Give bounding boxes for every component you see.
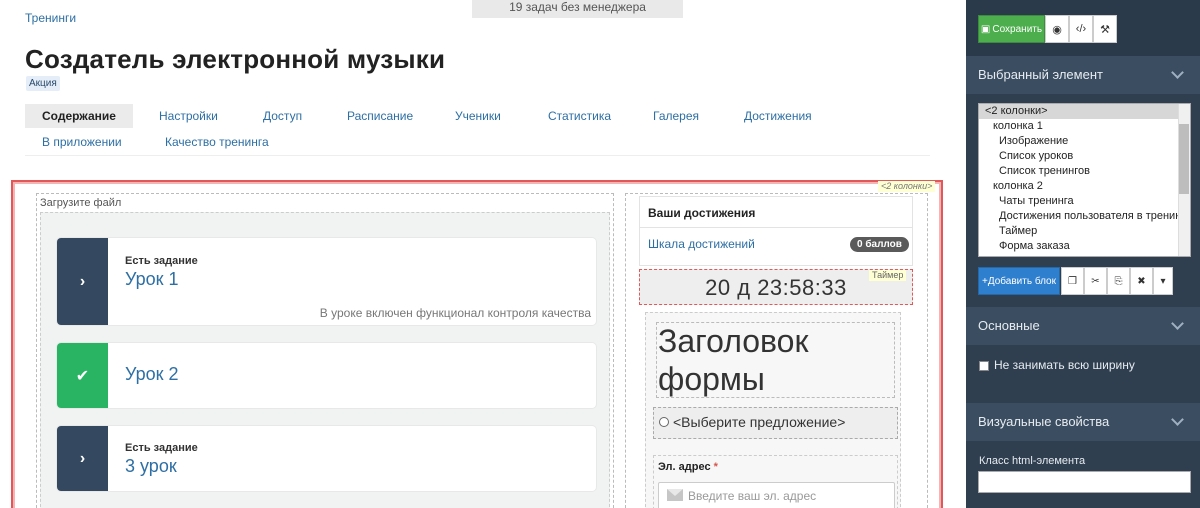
tab-students[interactable]: Ученики <box>455 104 501 128</box>
chevron-down-icon <box>1171 413 1184 426</box>
not-full-width-label[interactable]: Не занимать всю ширину <box>994 358 1135 372</box>
tab-gallery[interactable]: Галерея <box>653 104 699 128</box>
selected-element-section[interactable]: Выбранный элемент <box>966 56 1200 94</box>
training-tag-badge[interactable]: Акция <box>26 76 60 91</box>
email-label: Эл. адрес * <box>658 461 718 473</box>
chevron-down-icon <box>1171 317 1184 330</box>
tab-content[interactable]: Содержание <box>25 104 133 128</box>
trash-icon: ✖ <box>1137 275 1146 287</box>
tree-item[interactable]: Таймер <box>979 224 1190 239</box>
lesson-assignment-label: Есть задание <box>125 442 198 454</box>
cut-block-button[interactable]: ✂ <box>1084 267 1107 295</box>
paste-icon: ⎘ <box>1114 275 1123 287</box>
achievements-scale-link[interactable]: Шкала достижений <box>648 237 755 251</box>
save-button-label: Сохранить <box>992 23 1043 35</box>
not-full-width-checkbox[interactable] <box>979 361 989 371</box>
form-title: Заголовок формы <box>658 323 809 397</box>
tree-item[interactable]: Изображение <box>979 134 1190 149</box>
tree-item[interactable]: Список тренингов <box>979 164 1190 179</box>
basic-section-heading: Основные <box>978 318 1040 333</box>
caret-down-icon: ▾ <box>1160 275 1166 287</box>
email-label-text: Эл. адрес <box>658 461 711 473</box>
timer-tag: Таймер <box>869 270 907 281</box>
tree-scrollbar[interactable] <box>1178 104 1190 256</box>
chevron-right-icon: › <box>57 238 108 325</box>
page-title: Создатель электронной музыки <box>25 44 446 74</box>
chevron-down-icon <box>1171 66 1184 79</box>
save-button[interactable]: ▣ Сохранить <box>978 15 1045 43</box>
tree-item[interactable]: Достижения пользователя в тренинге <box>979 209 1190 224</box>
paste-block-button[interactable]: ⎘ <box>1107 267 1130 295</box>
tree-item[interactable]: колонка 1 <box>979 119 1190 134</box>
upload-file-label[interactable]: Загрузите файл <box>40 197 121 209</box>
lesson-assignment-label: Есть задание <box>125 255 198 267</box>
copy-icon: ❐ <box>1068 275 1077 287</box>
tab-achievements[interactable]: Достижения <box>744 104 812 128</box>
lesson-card[interactable]: ✔ Урок 2 <box>57 343 596 408</box>
tab-training-quality[interactable]: Качество тренинга <box>165 130 269 154</box>
tab-settings[interactable]: Настройки <box>159 104 218 128</box>
html-class-input[interactable] <box>978 471 1191 493</box>
visual-properties-section[interactable]: Визуальные свойства <box>966 403 1200 441</box>
offer-radio[interactable] <box>659 417 669 427</box>
email-placeholder: Введите ваш эл. адрес <box>688 489 817 503</box>
tab-in-app[interactable]: В приложении <box>42 130 122 154</box>
tab-access[interactable]: Доступ <box>263 104 302 128</box>
basic-section[interactable]: Основные <box>966 307 1200 345</box>
html-class-label: Класс html-элемента <box>979 455 1086 467</box>
lesson-title[interactable]: Урок 2 <box>125 364 179 385</box>
tree-item[interactable]: Список уроков <box>979 149 1190 164</box>
lesson-card[interactable]: › Есть задание Урок 1 В уроке включен фу… <box>57 238 596 325</box>
chevron-right-icon: › <box>57 426 108 491</box>
selected-element-heading: Выбранный элемент <box>978 67 1103 82</box>
lesson-title[interactable]: 3 урок <box>125 456 177 477</box>
two-columns-tag: <2 колонки> <box>878 181 936 192</box>
tree-item[interactable]: колонка 2 <box>979 179 1190 194</box>
floppy-disk-icon: ▣ <box>980 23 991 35</box>
copy-block-button[interactable]: ❐ <box>1061 267 1084 295</box>
offer-label: <Выберите предложение> <box>673 414 846 430</box>
required-marker: * <box>713 461 718 473</box>
element-tree-list[interactable]: <2 колонки> колонка 1 Изображение Список… <box>978 103 1191 257</box>
more-actions-dropdown[interactable]: ▾ <box>1153 267 1173 295</box>
tree-item[interactable]: Форма заказа <box>979 239 1190 254</box>
envelope-icon <box>667 489 683 501</box>
tree-item[interactable]: <2 колонки> <box>979 104 1190 119</box>
code-icon: ‹/› <box>1075 23 1087 35</box>
tasks-without-manager-banner[interactable]: 19 задач без менеджера <box>472 0 683 18</box>
add-block-label: Добавить блок <box>987 275 1056 287</box>
add-block-button[interactable]: + Добавить блок <box>978 267 1060 295</box>
breadcrumb[interactable]: Тренинги <box>25 11 76 25</box>
lesson-card[interactable]: › Есть задание 3 урок <box>57 426 596 491</box>
tab-schedule[interactable]: Расписание <box>347 104 413 128</box>
tree-scroll-thumb[interactable] <box>1179 124 1189 194</box>
code-button[interactable]: ‹/› <box>1069 15 1093 43</box>
achievements-title: Ваши достижения <box>648 206 756 220</box>
scissors-icon: ✂ <box>1091 275 1100 287</box>
eye-icon: ◉ <box>1052 23 1062 36</box>
settings-button[interactable]: ⚒ <box>1093 15 1117 43</box>
lesson-quality-note: В уроке включен функционал контроля каче… <box>319 306 591 320</box>
tabs-divider <box>25 155 930 156</box>
preview-button[interactable]: ◉ <box>1045 15 1069 43</box>
wrench-icon: ⚒ <box>1100 23 1110 36</box>
delete-block-button[interactable]: ✖ <box>1130 267 1153 295</box>
achievements-divider <box>640 227 912 228</box>
check-icon: ✔ <box>57 343 108 408</box>
points-badge: 0 баллов <box>850 237 909 252</box>
lesson-title[interactable]: Урок 1 <box>125 269 179 290</box>
tree-item[interactable]: Чаты тренинга <box>979 194 1190 209</box>
tab-statistics[interactable]: Статистика <box>548 104 611 128</box>
visual-properties-heading: Визуальные свойства <box>978 414 1110 429</box>
